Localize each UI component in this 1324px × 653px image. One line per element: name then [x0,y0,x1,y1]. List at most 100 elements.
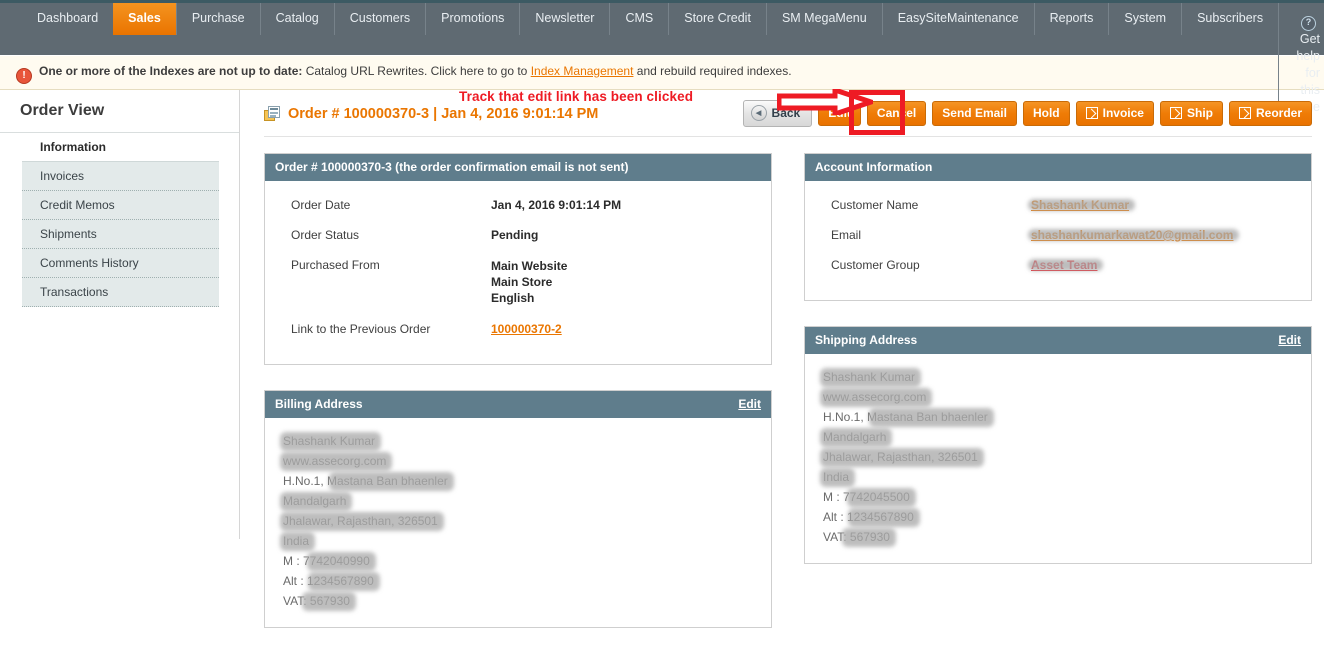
nav-item-subscribers[interactable]: Subscribers [1181,3,1278,35]
info-label: Customer Group [831,258,920,272]
address-line: Alt : 1234567890 [283,571,757,591]
question-mark-circle-icon: ? [1301,16,1316,31]
nav-menu: Dashboard Sales Purchase Catalog Customers Pr… [0,3,1324,125]
redacted-address-text: India [283,531,309,552]
nav-item-dashboard[interactable]: Dashboard [22,3,113,35]
shipping-edit-link[interactable]: Edit [1278,333,1301,347]
nav-item-catalog[interactable]: Catalog [259,3,334,35]
address-text: Jhalawar, Rajasthan, 326501 [283,514,438,528]
nav-item-sm-megamenu[interactable]: SM MegaMenu [765,3,882,35]
info-value-line: Main Store [491,275,553,289]
external-link-icon [1238,107,1251,119]
redacted-text: shashankumarkawat20@gmail.com [1031,228,1234,242]
right-arrow-annotation-icon [776,86,879,118]
redacted-address-text: Alt : 1234567890 [823,507,914,528]
address-line: Jhalawar, Rajasthan, 326501 [283,511,757,531]
address-text: H.No.1, Mastana Ban bhaenler [283,474,448,488]
info-label: Order Date [291,198,351,212]
address-text: Alt : 1234567890 [823,510,914,524]
address-text: H.No.1, Mastana Ban bhaenler [823,410,988,424]
sidebar-item-invoices[interactable]: Invoices [22,162,219,191]
info-label: Link to the Previous Order [291,322,431,336]
info-row: Customer Group Asset Team [823,254,1297,284]
sidebar-item-transactions[interactable]: Transactions [22,278,219,307]
address-line: Shashank Kumar [283,431,757,451]
address-text: Mandalgarh [823,430,887,444]
info-value-line: Main Website [491,259,568,273]
redacted-address-text: H.No.1, Mastana Ban bhaenler [823,407,988,428]
page-title: Order # 100000370-3 | Jan 4, 2016 9:01:1… [264,106,598,122]
order-documents-icon [264,106,280,121]
invoice-button[interactable]: Invoice [1075,101,1154,126]
billing-panel-title: Billing Address [275,397,363,411]
redacted-address-text: Shashank Kumar [283,431,375,452]
address-line: www.assecorg.com [823,387,1297,407]
panels-container: Order # 100000370-3 (the order confirmat… [264,153,1312,653]
address-line: M : 7742045500 [823,487,1297,507]
address-line: Alt : 1234567890 [823,507,1297,527]
sidebar-item-comments-history[interactable]: Comments History [22,249,219,278]
redacted-address-text: Mandalgarh [823,427,886,448]
sidebar-item-information[interactable]: Information [22,133,219,162]
info-value[interactable]: shashankumarkawat20@gmail.com [1031,224,1297,254]
redacted-address-text: Jhalawar, Rajasthan, 326501 [823,447,978,468]
nav-item-system[interactable]: System [1108,3,1181,35]
redacted-text: Asset Team [1031,258,1098,272]
address-line: India [823,467,1297,487]
info-value[interactable]: Shashank Kumar [1031,194,1297,224]
address-line: Jhalawar, Rajasthan, 326501 [823,447,1297,467]
info-row: Order Date Jan 4, 2016 9:01:14 PM [283,194,757,224]
redacted-address-text: www.assecorg.com [283,451,386,472]
address-text: Shashank Kumar [823,370,916,384]
info-label: Customer Name [831,198,919,212]
info-row: Email shashankumarkawat20@gmail.com [823,224,1297,254]
shipping-panel-header: Shipping Address Edit [805,327,1311,354]
order-panel-header: Order # 100000370-3 (the order confirmat… [265,154,771,181]
order-panel-title: Order # 100000370-3 (the order confirmat… [275,160,629,174]
info-value: Pending [491,228,539,242]
nav-item-reports[interactable]: Reports [1033,3,1109,35]
redacted-address-text: Alt : 1234567890 [283,571,374,592]
nav-item-promotions[interactable]: Promotions [425,3,519,35]
previous-order-link[interactable]: 100000370-2 [491,322,562,336]
cancel-button[interactable]: Cancel [866,101,927,126]
account-panel-body: Customer Name Shashank Kumar Email shashank… [805,181,1311,300]
nav-item-easysitemaintenance[interactable]: EasySiteMaintenance [881,3,1034,35]
button-label: Hold [1032,106,1060,120]
address-line: VAT: 567930 [823,527,1297,547]
button-label: Send Email [942,106,1007,120]
nav-item-cms[interactable]: CMS [609,3,668,35]
address-text: Mandalgarh [283,494,347,508]
address-line: M : 7742040990 [283,551,757,571]
billing-edit-link[interactable]: Edit [738,397,761,411]
sidebar-title: Order View [0,102,239,133]
info-value[interactable]: 100000370-2 [491,318,757,348]
info-label: Purchased From [291,258,380,272]
address-text: M : 7742045500 [823,490,910,504]
shipping-address-panel: Shipping Address Edit Shashank Kumar www.… [804,326,1312,564]
nav-item-store-credit[interactable]: Store Credit [668,3,766,35]
redacted-address-text: www.assecorg.com [823,387,926,408]
button-label: Reorder [1255,106,1302,120]
index-management-link[interactable]: Index Management [531,64,634,78]
notice-bold-text: One or more of the Indexes are not up to… [39,64,303,78]
order-info-table: Order Date Jan 4, 2016 9:01:14 PM Order St… [283,194,757,348]
send-email-button[interactable]: Send Email [932,101,1017,126]
page-title-text: Order # 100000370-3 | Jan 4, 2016 9:01:1… [288,105,599,122]
info-row: Purchased From Main Website Main Store Engl… [283,254,757,318]
redacted-address-text: VAT: 567930 [823,527,890,548]
hold-button[interactable]: Hold [1022,101,1070,126]
address-line: Shashank Kumar [823,367,1297,387]
reorder-button[interactable]: Reorder [1228,101,1312,126]
nav-item-sales[interactable]: Sales [113,3,176,35]
nav-item-customers[interactable]: Customers [333,3,425,35]
sidebar-item-credit-memos[interactable]: Credit Memos [22,191,219,220]
address-text: Jhalawar, Rajasthan, 326501 [823,450,978,464]
ship-button[interactable]: Ship [1159,101,1223,126]
address-text: M : 7742040990 [283,554,370,568]
nav-item-newsletter[interactable]: Newsletter [519,3,609,35]
address-text: India [283,534,310,548]
nav-item-purchase[interactable]: Purchase [175,3,260,35]
shipping-address-lines: Shashank Kumar www.assecorg.com H.No.1, Ma… [823,367,1297,547]
sidebar-item-shipments[interactable]: Shipments [22,220,219,249]
